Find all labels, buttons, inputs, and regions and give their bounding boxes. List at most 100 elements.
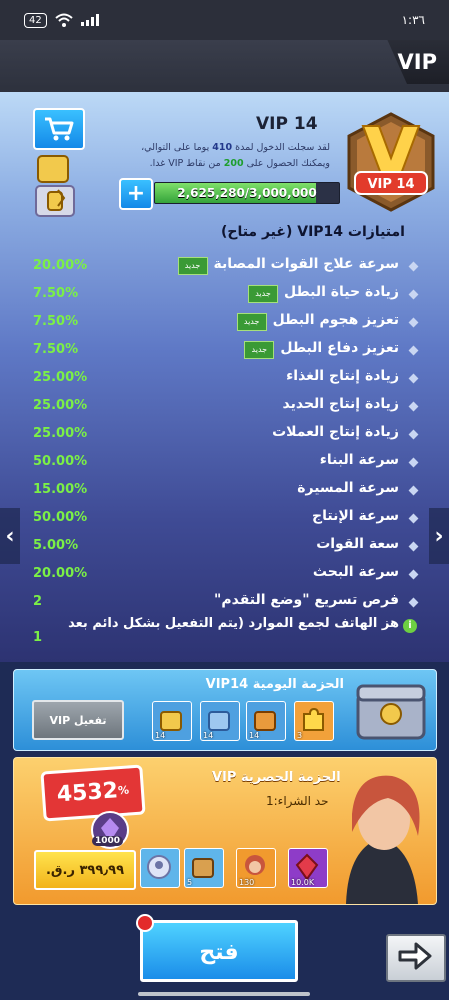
perk-value: 50.00% <box>33 454 88 469</box>
daily-item[interactable]: 14 <box>152 701 192 741</box>
perk-row: 20.00% سرعة علاج القوات المصابة جديد <box>0 256 449 280</box>
notification-dot <box>136 914 154 932</box>
perk-row: 5.00% سعة القوات <box>0 536 449 560</box>
perk-row: 7.50% تعزيز دفاع البطل جديد <box>0 340 449 364</box>
add-vip-points-button[interactable]: + <box>119 178 153 210</box>
item-count: 14 <box>203 731 214 740</box>
perk-name: زيادة حياة البطل <box>283 284 399 300</box>
battery-icon: 42 <box>24 12 47 28</box>
exclusive-item[interactable]: 130 <box>236 848 276 888</box>
perk-row: 7.50% زيادة حياة البطل جديد <box>0 284 449 308</box>
perk-row: 15.00% سرعة المسيرة <box>0 480 449 504</box>
exclusive-pack-title: الحزمة الحصرية VIP <box>212 770 341 785</box>
bullet-icon <box>408 457 419 468</box>
heroine-portrait-icon <box>346 775 420 904</box>
login-text-part: ويمكنك الحصول على <box>246 158 330 169</box>
discount-unit: % <box>117 783 130 798</box>
open-button[interactable]: فتح <box>140 920 298 982</box>
arrow-right-icon <box>398 942 432 970</box>
info-icon[interactable]: i <box>403 619 417 633</box>
perk-name: سرعة الإنتاج <box>312 508 399 524</box>
bullet-icon <box>408 541 419 552</box>
chevron-left-icon: ‹ <box>5 523 15 549</box>
perk-value: 7.50% <box>33 342 79 357</box>
perk-name: زيادة إنتاج العملات <box>272 424 399 440</box>
bullet-icon <box>408 317 419 328</box>
perk-row: 7.50% تعزيز هجوم البطل جديد <box>0 312 449 336</box>
bullet-icon <box>408 289 419 300</box>
item-count: 5 <box>187 878 193 887</box>
bullet-icon <box>408 429 419 440</box>
perk-value: 50.00% <box>33 510 88 525</box>
top-bar: VIP <box>0 40 449 94</box>
cart-icon <box>45 117 74 141</box>
exclusive-item[interactable]: 10.0K <box>288 848 328 888</box>
daily-pack-title: الحزمة اليومية VIP14 <box>205 677 344 692</box>
perk-value: 2 <box>33 594 43 609</box>
vip-progress-bar: 2,625,280/3,000,000 <box>154 182 340 204</box>
buy-button[interactable]: ٣٩٩٫٩٩ ر.ق. <box>34 850 136 890</box>
bullet-icon <box>408 401 419 412</box>
perk-value: 25.00% <box>33 370 88 385</box>
clock: ١:٣٦ <box>401 13 425 27</box>
perk-row: 2 فرص تسريع "وضع التقدم" <box>0 592 449 616</box>
perk-name: هز الهاتف لجمع الموارد (يتم التفعيل بشكل… <box>68 616 399 631</box>
perk-row: 20.00% سرعة البحث <box>0 564 449 588</box>
daily-item[interactable]: 14 <box>200 701 240 741</box>
bullet-icon <box>408 513 419 524</box>
next-level-arrow[interactable]: › <box>429 508 449 564</box>
perk-name: سرعة المسيرة <box>297 480 399 496</box>
exclusive-item[interactable] <box>140 848 180 888</box>
exclusive-pack-card: الحزمة الحصرية VIP حد الشراء:1 4532% 100… <box>13 757 437 905</box>
new-badge: جديد <box>247 285 278 303</box>
login-text-part: لقد سجلت الدخول لمدة <box>235 142 330 153</box>
perk-name: تعزيز هجوم البطل <box>272 312 399 328</box>
perk-name: سرعة البحث <box>312 564 399 580</box>
perk-value: 20.00% <box>33 258 88 273</box>
bullet-icon <box>408 345 419 356</box>
login-text-part: يوما على التوالي، <box>141 142 210 153</box>
daily-pack-card: الحزمة اليومية VIP14 تفعيل VIP 14 14 14 … <box>13 669 437 751</box>
new-badge: جديد <box>244 341 275 359</box>
perk-value: 25.00% <box>33 426 88 441</box>
daily-item[interactable]: 14 <box>246 701 286 741</box>
login-days: 410 <box>212 142 233 153</box>
item-count: 10.0K <box>291 878 315 887</box>
daily-item[interactable]: 3 <box>294 701 334 741</box>
perk-name: زيادة إنتاج الغذاء <box>286 368 399 384</box>
item-count: 3 <box>297 731 303 740</box>
exclusive-item[interactable]: 5 <box>184 848 224 888</box>
login-points: 200 <box>223 158 244 169</box>
purchase-limit: حد الشراء:1 <box>266 794 329 808</box>
perk-value: 20.00% <box>33 566 88 581</box>
next-button[interactable] <box>386 934 446 982</box>
login-text-part: من نقاط VIP غدا. <box>149 158 221 169</box>
previous-level-arrow[interactable]: ‹ <box>0 508 20 564</box>
page-title: VIP <box>397 50 437 74</box>
perk-name: تعزيز دفاع البطل <box>280 340 399 356</box>
status-icons: 42 <box>24 12 99 28</box>
perk-value: 5.00% <box>33 538 79 553</box>
perk-name: زيادة إنتاج الحديد <box>282 396 399 412</box>
chevron-right-icon: › <box>434 523 444 549</box>
bullet-icon <box>408 373 419 384</box>
perk-row: 25.00% زيادة إنتاج العملات <box>0 424 449 448</box>
new-badge: جديد <box>236 313 267 331</box>
bullet-icon <box>408 569 419 580</box>
vip-chest-icon[interactable] <box>30 152 80 220</box>
perk-value: 15.00% <box>33 482 88 497</box>
bullet-icon <box>408 597 419 608</box>
item-count: 14 <box>249 731 260 740</box>
bullet-icon <box>408 485 419 496</box>
signal-icon <box>80 14 99 26</box>
status-bar: 42 ١:٣٦ <box>0 0 449 40</box>
activate-vip-button[interactable]: تفعيل VIP <box>32 700 124 740</box>
gem-count: 1000 <box>92 836 124 846</box>
perk-value: 25.00% <box>33 398 88 413</box>
vip-level-title: VIP 14 <box>256 114 318 134</box>
perk-row: 50.00% سرعة الإنتاج <box>0 508 449 532</box>
shop-button[interactable] <box>33 108 85 150</box>
shake-phone-row: 1 هز الهاتف لجمع الموارد (يتم التفعيل بش… <box>0 616 449 645</box>
plus-icon: + <box>126 181 146 206</box>
perk-value: 1 <box>33 630 43 645</box>
